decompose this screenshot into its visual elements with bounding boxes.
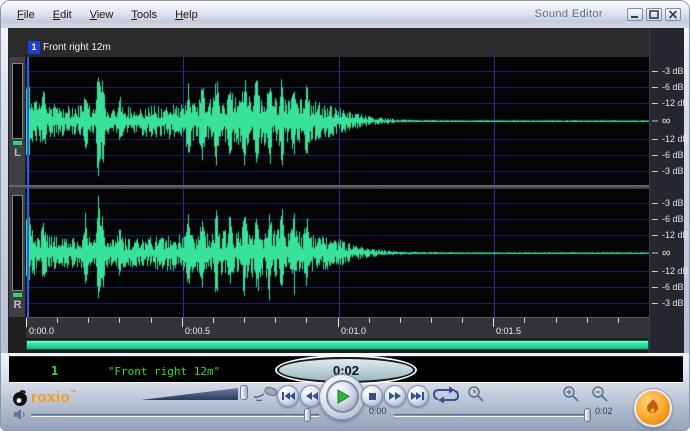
total-time-label: 0:02 [595, 406, 613, 416]
minimize-button[interactable] [627, 8, 643, 21]
maximize-icon [649, 10, 659, 19]
right-channel-label: R [9, 299, 26, 311]
db-scale-right: -3 dB-6 dB-12 dB∞-12 dB-6 dB-3 dB [650, 189, 685, 317]
right-fader-indicator[interactable] [13, 293, 22, 297]
waveform-canvas-right[interactable] [26, 189, 649, 317]
stop-button[interactable] [361, 385, 383, 407]
speaker-icon[interactable] [13, 408, 28, 421]
menu-bar: File Edit View Tools Help [17, 1, 216, 28]
volume-wedge-slider[interactable] [141, 387, 239, 401]
close-button[interactable] [665, 8, 681, 21]
minimize-icon [630, 10, 640, 19]
close-icon [668, 10, 678, 19]
db-scale-panel: -3 dB-6 dB-12 dB∞-12 dB-6 dB-3 dB -3 dB-… [649, 28, 684, 353]
seek-slider-track[interactable] [394, 414, 590, 417]
next-icon [411, 391, 425, 401]
lcd-track-number: 1 [51, 364, 58, 378]
previous-icon [281, 391, 295, 401]
fast-forward-button[interactable] [384, 385, 406, 407]
zoom-out-button[interactable] [591, 386, 613, 403]
waveform-left-channel[interactable] [26, 57, 649, 185]
zoom-selection-button[interactable] [467, 386, 489, 403]
zoom-in-button[interactable] [562, 386, 584, 403]
menu-tools[interactable]: Tools [131, 9, 157, 21]
waveform-right-channel[interactable] [26, 189, 649, 317]
left-fader-indicator[interactable] [13, 141, 22, 145]
menu-edit[interactable]: Edit [53, 9, 72, 21]
play-button[interactable] [326, 380, 359, 413]
track-number-badge: 1 [28, 41, 40, 54]
track-header: 1 Front right 12m [8, 28, 684, 57]
window-controls [624, 8, 681, 21]
roxio-swirl-icon [11, 389, 29, 407]
elapsed-time-label: 0:00 [369, 406, 387, 416]
title-bar: File Edit View Tools Help Sound Editor [1, 1, 690, 28]
volume-wedge-handle[interactable] [240, 385, 248, 400]
stop-icon [368, 392, 377, 401]
roxio-wordmark: roxio [31, 389, 70, 407]
trademark-symbol: ™ [70, 390, 76, 396]
flame-icon [644, 398, 662, 418]
volume-slider-track[interactable] [31, 414, 319, 417]
right-fader-track[interactable] [12, 195, 23, 291]
menu-file[interactable]: File [17, 9, 35, 21]
seek-slider-handle[interactable] [584, 408, 591, 422]
db-scale-left: -3 dB-6 dB-12 dB∞-12 dB-6 dB-3 dB [650, 57, 685, 185]
play-icon [336, 389, 350, 404]
volume-slider-handle[interactable] [304, 408, 311, 422]
playback-cursor[interactable] [27, 57, 29, 317]
right-channel-strip: R [9, 189, 26, 317]
fast-forward-icon [389, 391, 402, 401]
next-button[interactable] [407, 385, 429, 407]
scrollbar-track[interactable] [26, 338, 649, 353]
menu-help[interactable]: Help [175, 9, 198, 21]
maximize-button[interactable] [646, 8, 662, 21]
horizontal-scrollbar[interactable] [26, 340, 649, 350]
left-channel-label: L [9, 147, 26, 159]
track-name-label: Front right 12m [43, 42, 111, 53]
left-channel-strip: L [9, 57, 26, 185]
corner-grip [664, 405, 690, 431]
time-ruler[interactable]: 0:00.00:00.50:01.00:01.5 [26, 317, 649, 338]
rewind-icon [305, 391, 318, 401]
previous-button[interactable] [277, 385, 299, 407]
roxio-logo: roxio ™ [11, 389, 76, 407]
microphone-icon[interactable] [252, 386, 279, 403]
editor-area: 1 Front right 12m L R 0:00.00:00.50:01.0… [8, 28, 684, 353]
sound-editor-window: File Edit View Tools Help Sound Editor 1… [0, 0, 690, 431]
player-bar: 1 "Front right 12m" 0:02 roxio ™ [1, 353, 690, 431]
loop-button[interactable] [431, 386, 461, 404]
left-fader-track[interactable] [12, 63, 23, 139]
menu-view[interactable]: View [90, 9, 114, 21]
lcd-track-title: "Front right 12m" [69, 365, 259, 378]
window-title: Sound Editor [535, 8, 603, 20]
waveform-canvas-left[interactable] [26, 57, 649, 185]
